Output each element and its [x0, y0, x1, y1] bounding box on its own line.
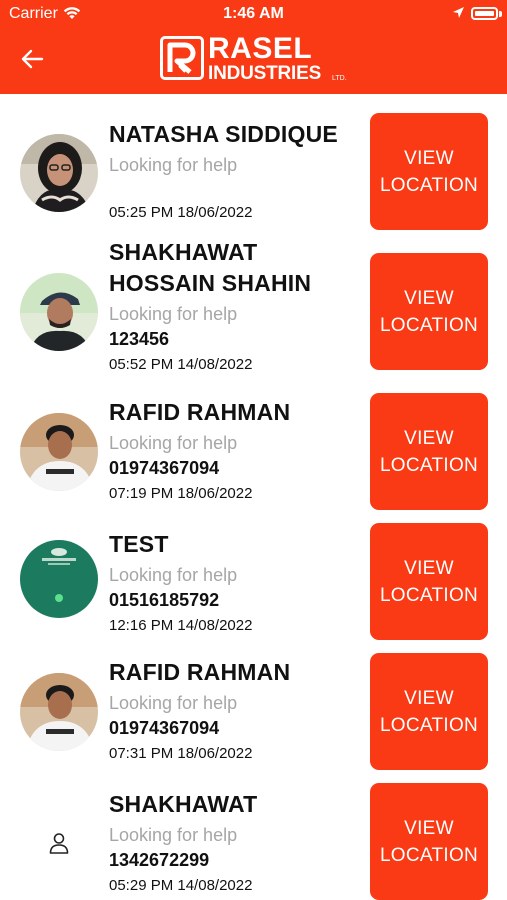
request-status: Looking for help	[109, 304, 238, 324]
location-arrow-icon	[452, 6, 465, 24]
request-status: Looking for help	[109, 693, 238, 713]
view-location-button[interactable]: VIEW LOCATION	[370, 653, 488, 770]
request-info: RAFID RAHMAN Looking for help 0197436709…	[109, 397, 359, 504]
request-datetime: 05:25 PM 18/06/2022	[109, 204, 253, 221]
view-location-label: VIEW LOCATION	[379, 147, 479, 196]
avatar	[20, 413, 98, 491]
request-datetime: 12:16 PM 14/08/2022	[109, 617, 253, 634]
phone-number	[109, 178, 359, 200]
help-request-list[interactable]: NATASHA SIDDIQUE Looking for help 05:25 …	[0, 94, 507, 900]
request-status: Looking for help	[109, 155, 238, 175]
list-item: RAFID RAHMAN Looking for help 0197436709…	[0, 374, 507, 510]
request-status: Looking for help	[109, 825, 238, 845]
back-arrow-icon[interactable]	[18, 46, 48, 72]
phone-number: 01516185792	[109, 590, 220, 610]
request-datetime: 07:31 PM 18/06/2022	[109, 745, 253, 762]
view-location-label: VIEW LOCATION	[379, 557, 479, 606]
view-location-button[interactable]: VIEW LOCATION	[370, 253, 488, 370]
avatar	[20, 673, 98, 751]
battery-icon	[471, 7, 498, 20]
app-header: Carrier 1:46 AM RASEL INDUSTRIES LTD.	[0, 0, 507, 94]
request-datetime: 07:19 PM 18/06/2022	[109, 485, 253, 502]
request-datetime: 05:52 PM 14/08/2022	[109, 356, 253, 373]
request-status: Looking for help	[109, 565, 238, 585]
view-location-label: VIEW LOCATION	[379, 817, 479, 866]
request-info: SHAKHAWAT HOSSAIN SHAHIN Looking for hel…	[109, 237, 359, 375]
view-location-button[interactable]: VIEW LOCATION	[370, 523, 488, 640]
clock: 1:46 AM	[223, 5, 284, 22]
view-location-button[interactable]: VIEW LOCATION	[370, 393, 488, 510]
list-item: TEST Looking for help 01516185792 12:16 …	[0, 504, 507, 640]
avatar	[20, 540, 98, 618]
person-outline-icon	[49, 832, 69, 854]
logo-ltd: LTD.	[332, 75, 347, 82]
request-info: TEST Looking for help 01516185792 12:16 …	[109, 529, 359, 636]
battery-tip	[499, 11, 502, 17]
requester-name: SHAKHAWAT	[109, 791, 258, 817]
view-location-label: VIEW LOCATION	[379, 687, 479, 736]
avatar	[20, 134, 98, 212]
list-item: NATASHA SIDDIQUE Looking for help 05:25 …	[0, 94, 507, 234]
logo-subtitle: INDUSTRIES	[208, 63, 322, 84]
request-info: SHAKHAWAT Looking for help 1342672299 05…	[109, 789, 359, 896]
request-info: RAFID RAHMAN Looking for help 0197436709…	[109, 657, 359, 764]
requester-name: SHAKHAWAT HOSSAIN SHAHIN	[109, 239, 312, 296]
requester-name: TEST	[109, 531, 169, 557]
view-location-label: VIEW LOCATION	[379, 427, 479, 476]
list-item: SHAKHAWAT Looking for help 1342672299 05…	[0, 764, 507, 900]
requester-name: NATASHA SIDDIQUE	[109, 121, 338, 147]
view-location-label: VIEW LOCATION	[379, 287, 479, 336]
list-item: RAFID RAHMAN Looking for help 0197436709…	[0, 634, 507, 770]
company-logo: RASEL INDUSTRIES LTD.	[160, 32, 350, 86]
logo-name: RASEL	[208, 32, 313, 65]
avatar	[20, 273, 98, 351]
requester-name: RAFID RAHMAN	[109, 659, 291, 685]
request-datetime: 05:29 PM 14/08/2022	[109, 877, 253, 894]
phone-number: 123456	[109, 329, 170, 349]
logo-r-mark	[160, 36, 204, 80]
status-bar: Carrier 1:46 AM	[0, 0, 507, 28]
list-item: SHAKHAWAT HOSSAIN SHAHIN Looking for hel…	[0, 234, 507, 374]
phone-number: 01974367094	[109, 458, 220, 478]
phone-number: 1342672299	[109, 850, 210, 870]
request-status: Looking for help	[109, 433, 238, 453]
view-location-button[interactable]: VIEW LOCATION	[370, 783, 488, 900]
phone-number: 01974367094	[109, 718, 220, 738]
request-info: NATASHA SIDDIQUE Looking for help 05:25 …	[109, 119, 359, 223]
requester-name: RAFID RAHMAN	[109, 399, 291, 425]
view-location-button[interactable]: VIEW LOCATION	[370, 113, 488, 230]
